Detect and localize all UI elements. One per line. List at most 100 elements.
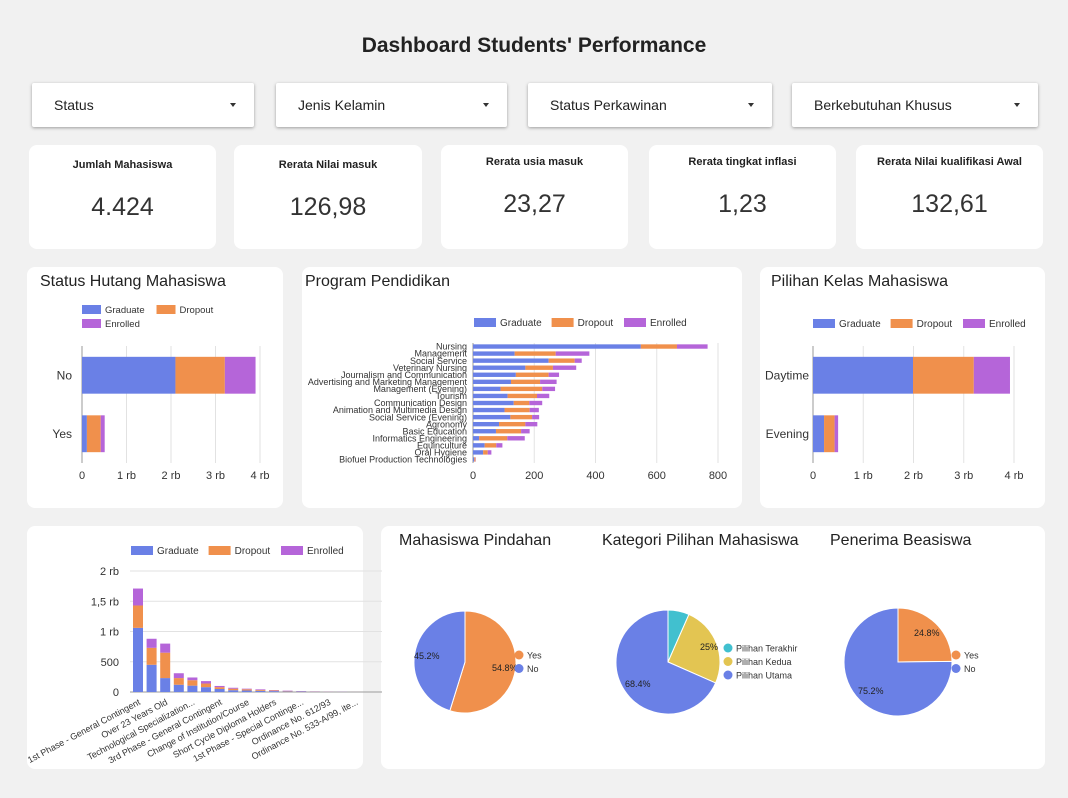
legend-label-dropout: Dropout	[180, 305, 214, 316]
bar-graduate	[160, 678, 171, 692]
bar-enrolled	[228, 687, 239, 689]
x-tick-label: 4 rb	[251, 470, 270, 482]
bar-enrolled	[532, 414, 540, 420]
bar-dropout	[474, 457, 476, 462]
category-label: No	[57, 368, 73, 382]
bar-graduate	[146, 664, 157, 692]
pie-value-label: 24.8%	[914, 628, 940, 638]
bar-dropout	[86, 415, 101, 453]
bar-graduate	[187, 685, 198, 692]
bar-enrolled	[224, 356, 256, 394]
x-tick-label: 0	[810, 470, 816, 482]
legend-dot	[951, 664, 961, 673]
bar-graduate	[173, 684, 184, 692]
bar-enrolled	[555, 351, 590, 356]
legend-label-dropout: Dropout	[578, 318, 614, 329]
pie-legend-label: Pilihan Terakhir	[736, 644, 797, 654]
legend-label-enrolled: Enrolled	[105, 319, 140, 330]
bar-dropout	[510, 414, 533, 420]
legend-swatch-enrolled	[82, 319, 101, 328]
bar-graduate	[228, 690, 239, 692]
bar-graduate	[473, 429, 496, 434]
legend-swatch-graduate	[82, 305, 101, 314]
bar-dropout	[507, 393, 538, 399]
category-label: Biofuel Production Technologies	[339, 455, 467, 465]
bar-enrolled	[552, 365, 577, 370]
legend-swatch-graduate	[131, 546, 153, 555]
legend-swatch-dropout	[551, 318, 574, 327]
bar-graduate	[473, 365, 526, 370]
bar-graduate	[473, 457, 475, 462]
legend-swatch-enrolled	[963, 319, 985, 328]
legend-dot	[723, 670, 733, 680]
legend-dot	[514, 650, 524, 660]
x-tick-label: 600	[648, 470, 666, 482]
bar-graduate	[473, 393, 508, 399]
bar-graduate	[241, 690, 252, 692]
pie-legend-label: Pilihan Utama	[736, 671, 792, 681]
x-tick-label: 1 rb	[117, 470, 136, 482]
bar-dropout	[513, 400, 530, 406]
bar-enrolled	[496, 443, 503, 448]
pie-legend-label: Yes	[964, 651, 979, 661]
legend-label-enrolled: Enrolled	[989, 319, 1026, 330]
bar-dropout	[160, 652, 171, 679]
bar-enrolled	[529, 407, 539, 413]
bar-enrolled	[133, 588, 143, 606]
pie-legend-label: Pilihan Kedua	[736, 657, 792, 667]
pie-legend-label: Yes	[527, 651, 542, 661]
y-tick-label: 1 rb	[100, 627, 119, 639]
charts-canvas: 0 1 rb 2 rb 3 rb 4 rb No Yes Graduate Dropout Enr…	[26, 305, 1026, 765]
bar-dropout	[146, 647, 157, 665]
legend-dot	[723, 643, 733, 653]
category-label: Yes	[52, 427, 72, 441]
bar-dropout	[514, 351, 556, 356]
bar-graduate	[473, 344, 641, 349]
bar-dropout	[499, 421, 526, 427]
bar-graduate	[473, 407, 505, 413]
legend-swatch-enrolled	[624, 318, 646, 327]
bar-dropout	[525, 365, 553, 370]
y-tick-label: 500	[101, 657, 119, 669]
legend-label-dropout: Dropout	[235, 546, 271, 557]
bar-enrolled	[548, 372, 560, 377]
bar-enrolled	[521, 429, 530, 434]
pie-value-label: 45.2%	[414, 651, 440, 661]
y-tick-label: 0	[113, 687, 119, 699]
bar-dropout	[495, 429, 522, 434]
pie-legend-label: No	[964, 664, 976, 674]
bar-dropout	[201, 683, 211, 688]
bar-enrolled	[537, 393, 550, 399]
bar-graduate	[255, 690, 266, 692]
legend-swatch-dropout	[208, 546, 231, 555]
x-tick-label: 2 rb	[904, 470, 923, 482]
legend-label-graduate: Graduate	[157, 546, 199, 557]
bar-graduate	[473, 351, 515, 356]
legend-label-enrolled: Enrolled	[307, 546, 344, 557]
bar-graduate	[473, 372, 516, 377]
bar-graduate	[201, 687, 211, 692]
pie-value-label: 25%	[700, 642, 718, 652]
bar-dropout	[133, 605, 143, 628]
pie-value-label: 75.2%	[858, 686, 884, 696]
x-tick-label: 3 rb	[206, 470, 225, 482]
x-tick-label: 2 rb	[162, 470, 181, 482]
bar-enrolled	[187, 677, 198, 681]
bar-graduate	[82, 356, 176, 394]
bar-enrolled	[676, 344, 708, 349]
bar-graduate	[473, 414, 511, 420]
bar-dropout	[255, 689, 266, 691]
legend-label-graduate: Graduate	[500, 318, 542, 329]
bar-dropout	[228, 688, 239, 691]
bar-enrolled	[173, 673, 184, 679]
bar-enrolled	[487, 450, 492, 455]
bar-dropout	[640, 344, 677, 349]
x-tick-label: 400	[586, 470, 604, 482]
bar-graduate	[282, 691, 293, 692]
bar-enrolled	[160, 643, 171, 653]
x-tick-label: 200	[525, 470, 543, 482]
bar-graduate	[813, 415, 825, 453]
bar-dropout	[269, 690, 279, 692]
bar-dropout	[548, 358, 575, 363]
bar-graduate	[473, 436, 480, 441]
